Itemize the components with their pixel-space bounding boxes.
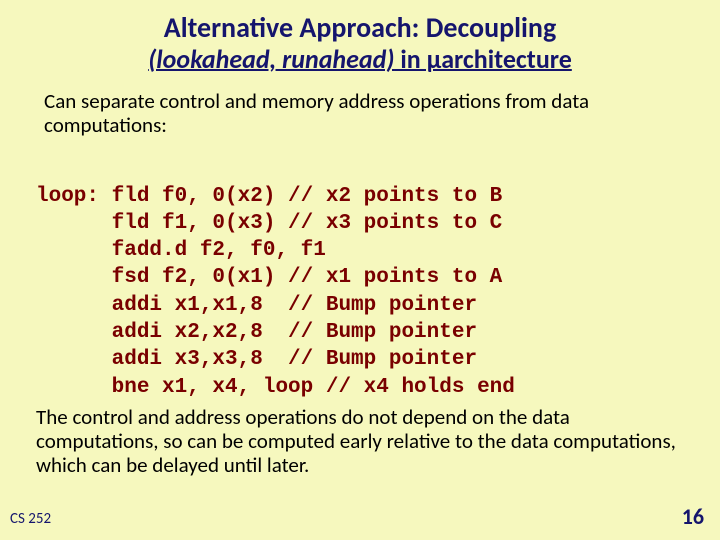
code-line: fsd f2, 0(x1) // x1 points to A	[36, 266, 502, 289]
code-line: fld f1, 0(x3) // x3 points to C	[36, 212, 502, 235]
code-block: loop: fld f0, 0(x2) // x2 points to B fl…	[36, 155, 684, 401]
code-line: addi x2,x2,8 // Bump pointer	[36, 321, 477, 344]
slide-title: Alternative Approach: Decoupling (lookah…	[0, 0, 720, 75]
code-line: loop: fld f0, 0(x2) // x2 points to B	[36, 185, 502, 208]
code-line: addi x1,x1,8 // Bump pointer	[36, 294, 477, 317]
outro-text: The control and address operations do no…	[36, 405, 676, 477]
title-line-1: Alternative Approach: Decoupling	[0, 10, 720, 45]
footer-page-number: 16	[682, 503, 704, 530]
title-line-2: (lookahead, runahead) in µarchitecture	[0, 43, 720, 75]
code-line: fadd.d f2, f0, f1	[36, 239, 326, 262]
intro-text: Can separate control and memory address …	[44, 89, 676, 137]
footer-course: CS 252	[10, 510, 51, 528]
title-rest: in µarchitecture	[394, 43, 571, 75]
code-line: addi x3,x3,8 // Bump pointer	[36, 348, 477, 371]
code-line: bne x1, x4, loop // x4 holds end	[36, 376, 515, 399]
title-emphasis: (lookahead, runahead)	[148, 43, 394, 75]
